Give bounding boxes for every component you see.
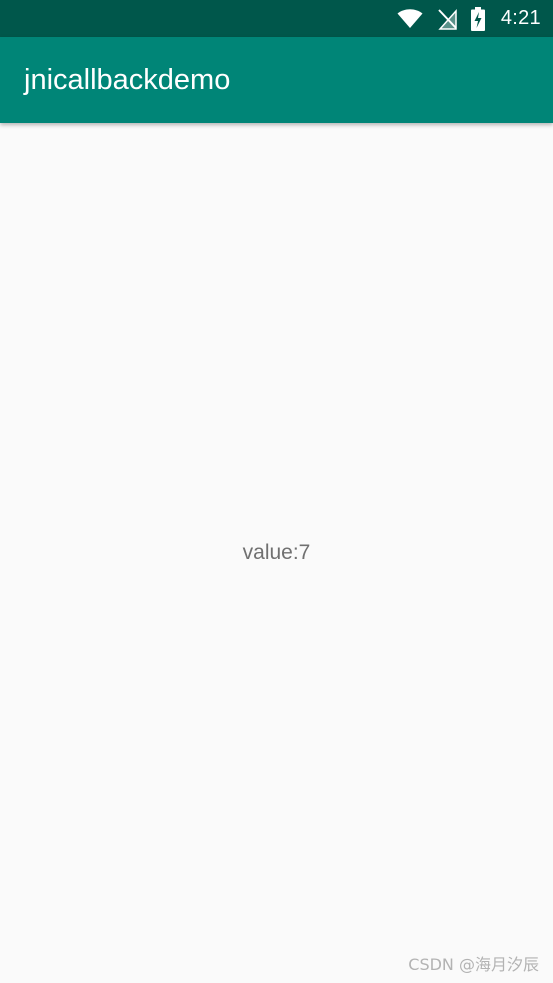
app-bar: jnicallbackdemo bbox=[0, 37, 553, 123]
status-icons: 4:21 bbox=[397, 6, 541, 31]
value-label: value:7 bbox=[242, 541, 311, 564]
main-content: value:7 bbox=[0, 123, 553, 983]
app-title: jnicallbackdemo bbox=[24, 63, 231, 96]
watermark: CSDN @海月汐辰 bbox=[408, 955, 539, 974]
battery-charging-icon bbox=[470, 6, 485, 31]
no-signal-icon bbox=[437, 8, 457, 30]
phone-screen: 4:21 jnicallbackdemo value:7 CSDN @海月汐辰 bbox=[0, 0, 553, 983]
wifi-icon bbox=[397, 8, 423, 29]
status-clock: 4:21 bbox=[500, 7, 541, 29]
status-bar: 4:21 bbox=[0, 0, 553, 37]
